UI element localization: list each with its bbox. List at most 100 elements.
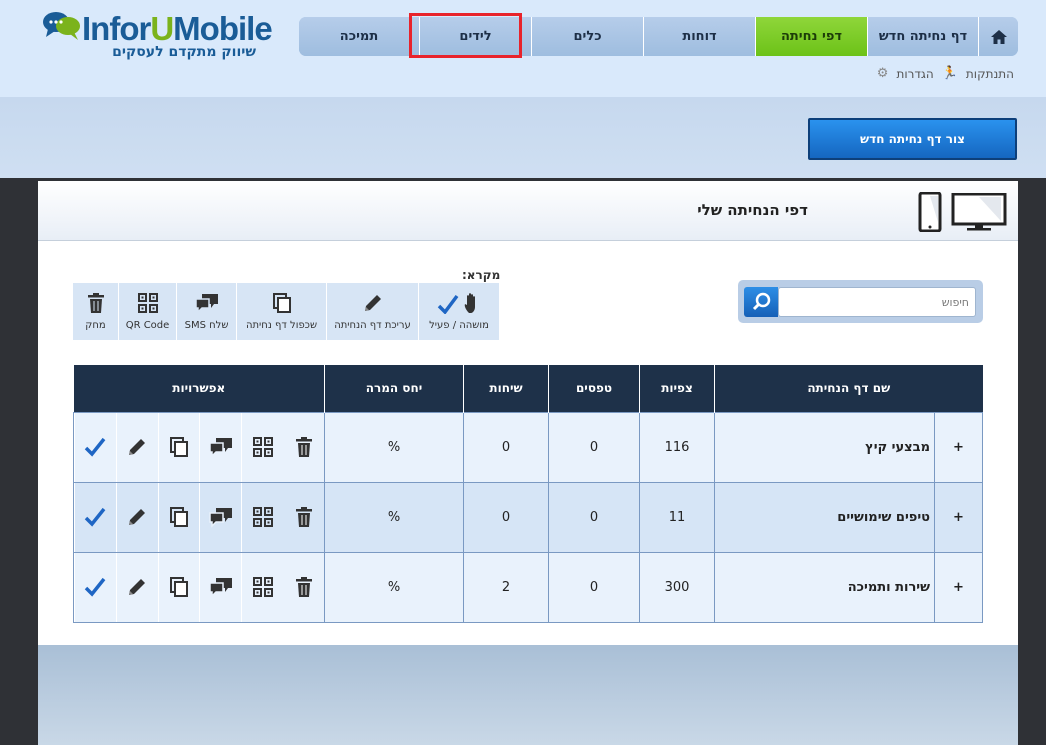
pencil-icon — [129, 509, 146, 525]
legend-item-pause-active: מושהה / פעיל — [418, 283, 499, 340]
row-forms: 0 — [548, 481, 640, 553]
col-header-calls[interactable]: שיחות — [463, 365, 549, 412]
magnifier-icon — [752, 292, 771, 311]
check-icon — [85, 577, 106, 597]
nav-support[interactable]: תמיכה — [299, 17, 419, 56]
search-box: חיפוש — [738, 280, 983, 323]
expand-row-button[interactable]: + — [934, 481, 983, 553]
row-conversion: % — [324, 551, 464, 623]
row-name[interactable]: טיפים שימושיים — [714, 481, 935, 553]
monitor-icon — [951, 193, 1007, 231]
legend-title: מקרא: — [462, 268, 501, 282]
send-sms-button[interactable] — [199, 482, 241, 552]
row-forms: 0 — [548, 551, 640, 623]
chat-icon — [209, 508, 232, 528]
toggle-active-button[interactable] — [74, 552, 116, 622]
row-calls: 0 — [463, 481, 549, 553]
legend-item-delete: מחק — [73, 283, 118, 340]
delete-button[interactable] — [283, 483, 324, 552]
col-header-forms[interactable]: טפסים — [548, 365, 640, 412]
row-calls: 2 — [463, 551, 549, 623]
chat-icon — [209, 438, 232, 458]
toggle-active-button[interactable] — [74, 412, 116, 482]
trash-icon — [295, 507, 312, 527]
row-conversion: % — [324, 411, 464, 483]
qr-icon — [252, 577, 273, 597]
legend-item-send-sms: שלח SMS — [176, 283, 236, 340]
check-icon — [85, 507, 106, 527]
footer-gradient — [38, 645, 1018, 745]
search-button[interactable] — [744, 287, 778, 317]
pencil-icon — [129, 439, 146, 455]
edit-button[interactable] — [115, 412, 158, 482]
edit-button[interactable] — [115, 482, 158, 552]
row-calls: 0 — [463, 411, 549, 483]
nav-new-landing-page[interactable]: דף נחיתה חדש — [867, 17, 978, 56]
main-nav: דף נחיתה חדש דפי נחיתה דוחות כלים לידים … — [299, 17, 1018, 56]
logo-wordmark: InforUMobile — [82, 10, 273, 47]
pencil-icon — [364, 295, 381, 311]
toggle-active-button[interactable] — [74, 482, 116, 552]
col-header-name[interactable]: שם דף הנחיתה — [714, 365, 983, 412]
brand-logo[interactable]: InforUMobile שיווק מתקדם לעסקים — [42, 8, 273, 68]
logo-tagline: שיווק מתקדם לעסקים — [112, 44, 256, 60]
qr-code-button[interactable] — [241, 412, 283, 482]
user-links: ⚙ הגדרות 🏃 התנתקות — [877, 66, 1014, 81]
logout-runner-icon: 🏃 — [941, 66, 958, 81]
duplicate-button[interactable] — [157, 482, 200, 552]
duplicate-button[interactable] — [157, 552, 200, 622]
row-views: 11 — [639, 481, 715, 553]
table-row: + טיפים שימושיים 11 0 0 % — [73, 481, 983, 553]
qr-code-button[interactable] — [241, 482, 283, 552]
trash-icon — [295, 577, 312, 597]
nav-reports[interactable]: דוחות — [643, 17, 755, 56]
search-input[interactable]: חיפוש — [778, 287, 976, 317]
create-landing-page-button[interactable]: צור דף נחיתה חדש — [808, 118, 1017, 160]
panel-header: דפי הנחיתה שלי — [38, 181, 1018, 241]
table-header-row: שם דף הנחיתה צפיות טפסים שיחות יחס המרה … — [73, 365, 983, 412]
settings-link[interactable]: הגדרות — [896, 67, 933, 81]
hand-check-icon — [437, 293, 475, 314]
duplicate-button[interactable] — [157, 412, 200, 482]
expand-row-button[interactable]: + — [934, 551, 983, 623]
chat-icon — [194, 294, 218, 314]
row-name[interactable]: שירות ותמיכה — [714, 551, 935, 623]
qr-icon — [252, 507, 273, 527]
col-header-views[interactable]: צפיות — [639, 365, 715, 412]
nav-landing-pages[interactable]: דפי נחיתה — [755, 17, 867, 56]
home-button[interactable] — [978, 17, 1018, 56]
row-options — [73, 481, 325, 553]
panel-title: דפי הנחיתה שלי — [697, 201, 808, 219]
expand-row-button[interactable]: + — [934, 411, 983, 483]
trash-icon — [295, 437, 312, 457]
col-header-options: אפשרויות — [73, 365, 325, 412]
send-sms-button[interactable] — [199, 412, 241, 482]
table-row: + שירות ותמיכה 300 0 2 % — [73, 551, 983, 623]
chat-bubbles-logo-icon — [43, 12, 80, 40]
legend-item-duplicate: שכפול דף נחיתה — [236, 283, 326, 340]
row-forms: 0 — [548, 411, 640, 483]
legend-label: מושהה / פעיל — [429, 320, 489, 331]
leads-highlight-box — [409, 13, 522, 58]
legend-item-qr-code: QR Code — [118, 283, 176, 340]
icon-legend: מושהה / פעיל עריכת דף הנחיתה שכפול דף נח… — [73, 283, 499, 340]
pencil-icon — [129, 579, 146, 595]
home-icon — [990, 29, 1007, 44]
nav-tools[interactable]: כלים — [531, 17, 643, 56]
delete-button[interactable] — [283, 413, 324, 482]
landing-pages-table: שם דף הנחיתה צפיות טפסים שיחות יחס המרה … — [73, 365, 983, 623]
edit-button[interactable] — [115, 552, 158, 622]
legend-label: שכפול דף נחיתה — [245, 320, 318, 331]
delete-button[interactable] — [283, 553, 324, 622]
copy-icon — [170, 577, 189, 597]
legend-label: מחק — [85, 320, 106, 331]
legend-label: QR Code — [125, 320, 170, 331]
send-sms-button[interactable] — [199, 552, 241, 622]
table-row: + מבצעי קיץ 116 0 0 % — [73, 411, 983, 483]
qr-code-button[interactable] — [241, 552, 283, 622]
qr-icon — [137, 293, 158, 313]
logout-link[interactable]: התנתקות — [966, 67, 1014, 81]
row-views: 116 — [639, 411, 715, 483]
col-header-conversion[interactable]: יחס המרה — [324, 365, 464, 412]
row-name[interactable]: מבצעי קיץ — [714, 411, 935, 483]
